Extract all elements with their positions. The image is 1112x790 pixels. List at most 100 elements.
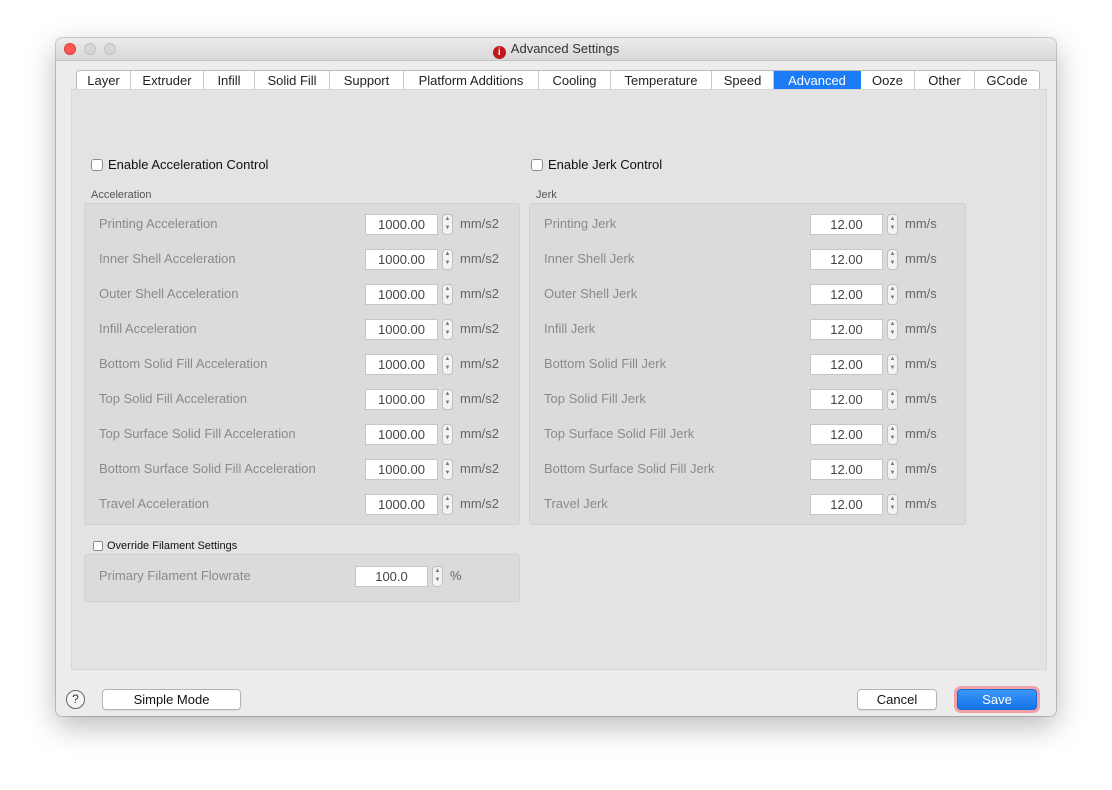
tab-support[interactable]: Support (330, 71, 404, 91)
chevron-up-down-icon[interactable]: ▲ ▼ (887, 354, 898, 375)
acceleration-value-input[interactable]: 1000.00 (365, 284, 438, 305)
acceleration-row: Top Surface Solid Fill Acceleration 1000.… (99, 424, 519, 445)
jerk-row-label: Travel Jerk (544, 496, 608, 511)
chevron-up-down-icon[interactable]: ▲ ▼ (442, 284, 453, 305)
acceleration-group: Printing Acceleration 1000.00 ▲ ▼ mm/s2 Inner… (84, 203, 520, 525)
jerk-unit: mm/s (905, 251, 937, 266)
acceleration-value-input[interactable]: 1000.00 (365, 354, 438, 375)
acceleration-value-input[interactable]: 1000.00 (365, 214, 438, 235)
chevron-up-down-icon[interactable]: ▲ ▼ (442, 389, 453, 410)
acceleration-value-input[interactable]: 1000.00 (365, 424, 438, 445)
jerk-unit: mm/s (905, 461, 937, 476)
jerk-row-label: Top Solid Fill Jerk (544, 391, 646, 406)
tab-extruder[interactable]: Extruder (131, 71, 204, 91)
tab-solid-fill[interactable]: Solid Fill (255, 71, 330, 91)
jerk-unit: mm/s (905, 216, 937, 231)
tab-other[interactable]: Other (915, 71, 975, 91)
chevron-up-down-icon[interactable]: ▲ ▼ (887, 284, 898, 305)
jerk-unit: mm/s (905, 426, 937, 441)
chevron-up-down-icon[interactable]: ▲ ▼ (887, 459, 898, 480)
acceleration-value-input[interactable]: 1000.00 (365, 459, 438, 480)
acceleration-row: Travel Acceleration 1000.00 ▲ ▼ mm/s2 (99, 494, 519, 515)
acceleration-value-input[interactable]: 1000.00 (365, 249, 438, 270)
acceleration-row: Top Solid Fill Acceleration 1000.00 ▲ ▼ mm/s… (99, 389, 519, 410)
tab-layer[interactable]: Layer (77, 71, 131, 91)
chevron-up-down-icon[interactable]: ▲ ▼ (442, 249, 453, 270)
chevron-up-down-icon[interactable]: ▲ ▼ (887, 214, 898, 235)
jerk-value-input[interactable]: 12.00 (810, 214, 883, 235)
jerk-row-label: Printing Jerk (544, 216, 617, 231)
chevron-up-down-icon[interactable]: ▲ ▼ (442, 354, 453, 375)
title-bar[interactable]: i Advanced Settings (56, 38, 1056, 61)
tab-ooze[interactable]: Ooze (861, 71, 915, 91)
chevron-up-down-icon[interactable]: ▲ ▼ (887, 319, 898, 340)
chevron-up-down-icon[interactable]: ▲ ▼ (887, 389, 898, 410)
acceleration-group-label: Acceleration (91, 189, 152, 201)
tab-cooling[interactable]: Cooling (539, 71, 611, 91)
chevron-up-down-icon[interactable]: ▲ ▼ (442, 214, 453, 235)
jerk-value-input[interactable]: 12.00 (810, 354, 883, 375)
jerk-value-input[interactable]: 12.00 (810, 389, 883, 410)
chevron-up-down-icon[interactable]: ▲ ▼ (442, 319, 453, 340)
jerk-row: Bottom Surface Solid Fill Jerk 12.00 ▲ ▼ mm/… (544, 459, 964, 480)
tab-advanced[interactable]: Advanced (774, 71, 861, 91)
acceleration-unit: mm/s2 (460, 426, 499, 441)
tab-speed[interactable]: Speed (712, 71, 774, 91)
enable-acceleration-control[interactable]: Enable Acceleration Control (91, 157, 268, 172)
enable-jerk-checkbox[interactable] (531, 158, 543, 171)
enable-jerk-control[interactable]: Enable Jerk Control (531, 157, 662, 172)
tab-platform-additions[interactable]: Platform Additions (404, 71, 539, 91)
jerk-value-input[interactable]: 12.00 (810, 284, 883, 305)
jerk-row: Travel Jerk 12.00 ▲ ▼ mm/s (544, 494, 964, 515)
chevron-up-down-icon[interactable]: ▲ ▼ (432, 566, 443, 587)
cancel-button[interactable]: Cancel (857, 689, 937, 710)
acceleration-row: Outer Shell Acceleration 1000.00 ▲ ▼ mm/s2 (99, 284, 519, 305)
jerk-row-label: Bottom Surface Solid Fill Jerk (544, 461, 715, 476)
simple-mode-button[interactable]: Simple Mode (102, 689, 241, 710)
chevron-up-down-icon[interactable]: ▲ ▼ (887, 249, 898, 270)
acceleration-row-label: Travel Acceleration (99, 496, 210, 511)
override-filament-checkbox[interactable] (93, 541, 103, 551)
jerk-unit: mm/s (905, 391, 937, 406)
enable-acceleration-checkbox[interactable] (91, 158, 103, 171)
acceleration-value-input[interactable]: 1000.00 (365, 389, 438, 410)
tab-temperature[interactable]: Temperature (611, 71, 712, 91)
jerk-row-label: Bottom Solid Fill Jerk (544, 356, 667, 371)
flowrate-input[interactable]: 100.0 (355, 566, 428, 587)
acceleration-unit: mm/s2 (460, 216, 499, 231)
jerk-value-input[interactable]: 12.00 (810, 459, 883, 480)
jerk-value-input[interactable]: 12.00 (810, 494, 883, 515)
jerk-row-label: Inner Shell Jerk (544, 251, 635, 266)
jerk-value-input[interactable]: 12.00 (810, 319, 883, 340)
jerk-unit: mm/s (905, 496, 937, 511)
acceleration-unit: mm/s2 (460, 356, 499, 371)
tab-gcode[interactable]: GCode (975, 71, 1039, 91)
jerk-row-label: Top Surface Solid Fill Jerk (544, 426, 695, 441)
tab-infill[interactable]: Infill (204, 71, 255, 91)
chevron-up-down-icon[interactable]: ▲ ▼ (442, 424, 453, 445)
acceleration-row: Printing Acceleration 1000.00 ▲ ▼ mm/s2 (99, 214, 519, 235)
enable-acceleration-label: Enable Acceleration Control (108, 157, 269, 172)
jerk-row: Top Solid Fill Jerk 12.00 ▲ ▼ mm/s (544, 389, 964, 410)
chevron-up-down-icon[interactable]: ▲ ▼ (442, 459, 453, 480)
jerk-value-input[interactable]: 12.00 (810, 424, 883, 445)
chevron-up-down-icon[interactable]: ▲ ▼ (887, 494, 898, 515)
jerk-row: Top Surface Solid Fill Jerk 12.00 ▲ ▼ mm/s (544, 424, 964, 445)
enable-jerk-label: Enable Jerk Control (548, 157, 663, 172)
acceleration-value-input[interactable]: 1000.00 (365, 494, 438, 515)
filament-group: Primary Filament Flowrate 100.0 ▲ ▼ % (84, 554, 520, 602)
acceleration-row-label: Top Solid Fill Acceleration (99, 391, 248, 406)
acceleration-row: Bottom Solid Fill Acceleration 1000.00 ▲ ▼ m… (99, 354, 519, 375)
save-button[interactable]: Save (957, 689, 1037, 710)
acceleration-unit: mm/s2 (460, 251, 499, 266)
acceleration-value-input[interactable]: 1000.00 (365, 319, 438, 340)
jerk-value-input[interactable]: 12.00 (810, 249, 883, 270)
jerk-unit: mm/s (905, 356, 937, 371)
flowrate-label: Primary Filament Flowrate (99, 568, 251, 583)
override-filament-settings[interactable]: Override Filament Settings (93, 540, 237, 552)
question-circle-icon[interactable]: ? (66, 690, 85, 709)
acceleration-row: Bottom Surface Solid Fill Acceleration 10… (99, 459, 519, 480)
jerk-unit: mm/s (905, 286, 937, 301)
chevron-up-down-icon[interactable]: ▲ ▼ (442, 494, 453, 515)
chevron-up-down-icon[interactable]: ▲ ▼ (887, 424, 898, 445)
